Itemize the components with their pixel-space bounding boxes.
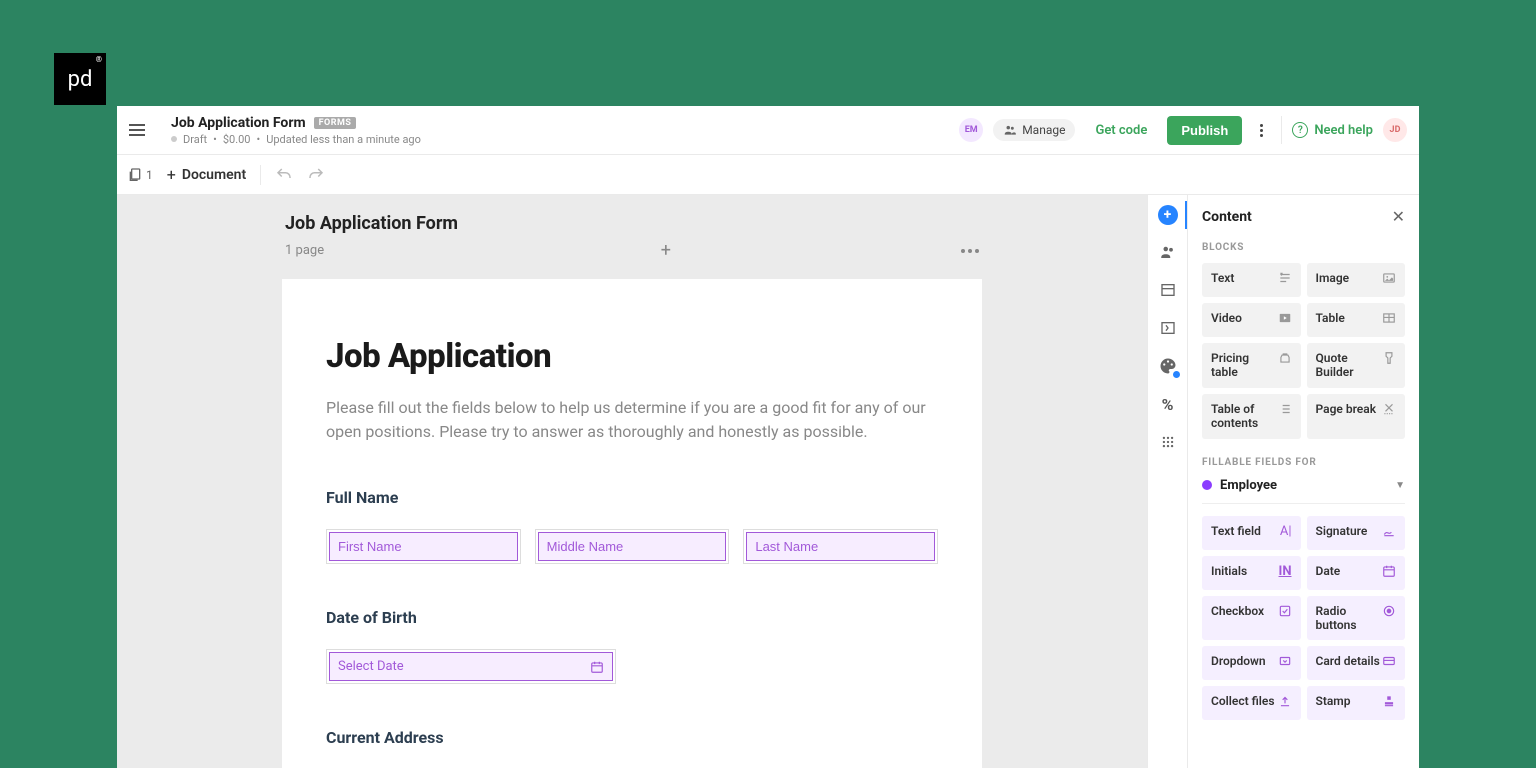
card-icon (1382, 654, 1396, 668)
plus-icon: + (167, 165, 176, 184)
copies-button[interactable]: 1 (127, 167, 153, 183)
title-block: Job Application Form FORMS Draft • $0.00… (171, 115, 959, 146)
textfield-icon: A| (1280, 524, 1292, 539)
video-icon (1278, 311, 1292, 325)
field-radio[interactable]: Radio buttons (1307, 596, 1406, 641)
form-intro: Please fill out the fields below to help… (326, 396, 938, 444)
block-table[interactable]: Table (1307, 303, 1406, 337)
page-more-icon[interactable] (961, 249, 979, 253)
rail-variables-icon[interactable] (1157, 317, 1179, 339)
add-page-icon[interactable]: + (661, 240, 671, 261)
right-rail: + % (1147, 195, 1187, 768)
block-toc[interactable]: Table of contents (1202, 394, 1301, 439)
rail-design-icon[interactable] (1157, 355, 1179, 377)
address-label: Current Address (326, 728, 938, 747)
checkbox-icon (1278, 604, 1292, 618)
document-button[interactable]: + Document (167, 165, 246, 184)
quote-icon (1382, 351, 1396, 365)
need-help-label: Need help (1314, 123, 1373, 138)
copies-icon (127, 167, 143, 183)
block-text[interactable]: Text (1202, 263, 1301, 297)
doc-meta: Draft • $0.00 • Updated less than a minu… (171, 133, 959, 146)
field-stamp[interactable]: Stamp (1307, 686, 1406, 720)
stamp-icon (1382, 694, 1396, 708)
toc-icon (1278, 402, 1292, 416)
status-label: Draft (183, 133, 207, 146)
field-signature[interactable]: Signature (1307, 516, 1406, 550)
field-initials[interactable]: InitialsIN (1202, 556, 1301, 590)
publish-button[interactable]: Publish (1167, 116, 1242, 145)
price-label: $0.00 (223, 133, 251, 146)
manage-button[interactable]: Manage (993, 119, 1075, 141)
block-image[interactable]: Image (1307, 263, 1406, 297)
block-quote[interactable]: Quote Builder (1307, 343, 1406, 388)
people-icon (1003, 123, 1017, 137)
field-checkbox[interactable]: Checkbox (1202, 596, 1301, 641)
avatar-em[interactable]: EM (959, 118, 983, 142)
first-name-field[interactable] (329, 532, 518, 561)
rail-apps-icon[interactable] (1157, 431, 1179, 453)
field-text[interactable]: Text fieldA| (1202, 516, 1301, 550)
dob-label: Date of Birth (326, 608, 938, 627)
pricing-icon (1278, 351, 1292, 365)
menu-icon[interactable] (129, 118, 153, 142)
more-icon[interactable] (1252, 124, 1271, 137)
close-icon[interactable]: ✕ (1392, 207, 1405, 226)
block-pricing[interactable]: Pricing table (1202, 343, 1301, 388)
calendar-icon (590, 660, 604, 674)
last-name-field[interactable] (746, 532, 935, 561)
dropdown-icon (1278, 654, 1292, 668)
updated-label: Updated less than a minute ago (266, 133, 421, 146)
field-card[interactable]: Card details (1307, 646, 1406, 680)
document-label: Document (182, 167, 246, 183)
brand-logo: pd® (54, 53, 106, 105)
app-window: Job Application Form FORMS Draft • $0.00… (117, 106, 1419, 768)
help-icon: ? (1292, 122, 1308, 138)
manage-label: Manage (1022, 123, 1065, 137)
field-collect[interactable]: Collect files (1202, 686, 1301, 720)
canvas-title: Job Application Form (285, 213, 982, 234)
avatar-jd[interactable]: JD (1383, 118, 1407, 142)
content-panel: Content ✕ BLOCKS Text Image Video Table … (1187, 195, 1419, 768)
form-heading: Job Application (326, 337, 938, 376)
blocks-header: BLOCKS (1202, 242, 1405, 253)
undo-icon[interactable] (275, 166, 293, 184)
field-date[interactable]: Date (1307, 556, 1406, 590)
image-icon (1382, 271, 1396, 285)
get-code-button[interactable]: Get code (1085, 117, 1157, 144)
upload-icon (1278, 694, 1292, 708)
field-dropdown[interactable]: Dropdown (1202, 646, 1301, 680)
block-video[interactable]: Video (1202, 303, 1301, 337)
pagebreak-icon (1382, 402, 1396, 416)
chevron-down-icon: ▼ (1395, 480, 1405, 491)
rail-layout-icon[interactable] (1157, 279, 1179, 301)
toolbar: 1 + Document (117, 155, 1419, 195)
initials-icon: IN (1279, 564, 1292, 579)
block-pagebreak[interactable]: Page break (1307, 394, 1406, 439)
doc-title: Job Application Form (171, 115, 306, 131)
middle-name-field[interactable] (538, 532, 727, 561)
forms-badge: FORMS (314, 117, 357, 129)
table-icon (1382, 311, 1396, 325)
form-page: Job Application Please fill out the fiel… (282, 279, 982, 768)
rail-percent-icon[interactable]: % (1157, 393, 1179, 415)
full-name-label: Full Name (326, 488, 938, 507)
employee-selector[interactable]: Employee ▼ (1202, 478, 1405, 504)
rail-people-icon[interactable] (1157, 241, 1179, 263)
rail-add-icon[interactable]: + (1158, 205, 1178, 225)
page-count: 1 page (285, 243, 324, 258)
panel-title: Content (1202, 209, 1252, 225)
date-field[interactable]: Select Date (329, 652, 613, 681)
role-dot-icon (1202, 480, 1212, 490)
top-bar: Job Application Form FORMS Draft • $0.00… (117, 106, 1419, 155)
fillable-header: FILLABLE FIELDS FOR (1202, 457, 1405, 468)
signature-icon (1382, 524, 1396, 538)
redo-icon[interactable] (307, 166, 325, 184)
radio-icon (1382, 604, 1396, 618)
canvas-area: Job Application Form 1 page + Job Applic… (117, 195, 1147, 768)
date-icon (1382, 564, 1396, 578)
need-help-button[interactable]: ? Need help (1292, 122, 1373, 138)
status-dot-icon (171, 136, 177, 142)
text-icon (1278, 271, 1292, 285)
